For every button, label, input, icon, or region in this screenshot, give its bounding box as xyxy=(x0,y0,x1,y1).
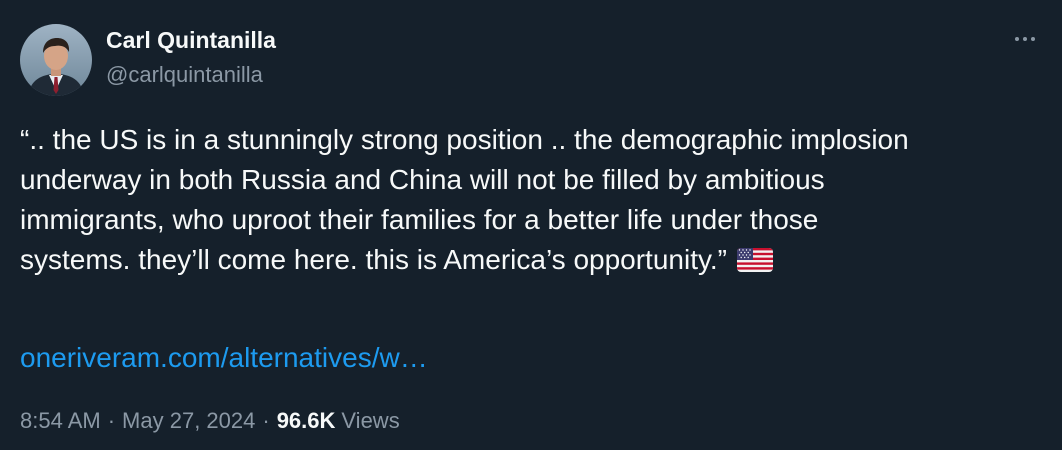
tweet-link[interactable]: oneriveram.com/alternatives/w… xyxy=(20,338,428,378)
more-dot-icon xyxy=(1031,37,1035,41)
tweet-text-line-last: systems. they’ll come here. this is Amer… xyxy=(20,240,1030,280)
tweet-text-line: “.. the US is in a stunningly strong pos… xyxy=(20,124,909,155)
views-count: 96.6K xyxy=(276,408,336,433)
avatar[interactable] xyxy=(20,24,92,96)
more-dot-icon xyxy=(1023,37,1027,41)
meta-separator: · xyxy=(107,408,116,433)
tweet-text-line: underway in both Russia and China will n… xyxy=(20,164,825,195)
avatar-photo xyxy=(20,24,92,96)
meta-separator: · xyxy=(262,408,270,433)
author-handle[interactable]: @carlquintanilla xyxy=(106,60,263,90)
author-display-name[interactable]: Carl Quintanilla xyxy=(106,25,276,55)
tweet-text: “.. the US is in a stunningly strong pos… xyxy=(20,120,1030,280)
us-flag-icon xyxy=(737,248,773,272)
views-label: Views xyxy=(341,408,400,433)
more-options-button[interactable] xyxy=(1010,28,1040,50)
tweet-meta: 8:54 AM · May 27, 2024 · 96.6K Views xyxy=(20,406,400,436)
tweet-date[interactable]: May 27, 2024 xyxy=(122,408,255,433)
tweet-text-line: immigrants, who uproot their families fo… xyxy=(20,204,819,235)
tweet-time[interactable]: 8:54 AM xyxy=(20,408,101,433)
tweet-card: Carl Quintanilla @carlquintanilla “.. th… xyxy=(0,0,1062,450)
tweet-text-line: systems. they’ll come here. this is Amer… xyxy=(20,244,727,275)
more-dot-icon xyxy=(1015,37,1019,41)
